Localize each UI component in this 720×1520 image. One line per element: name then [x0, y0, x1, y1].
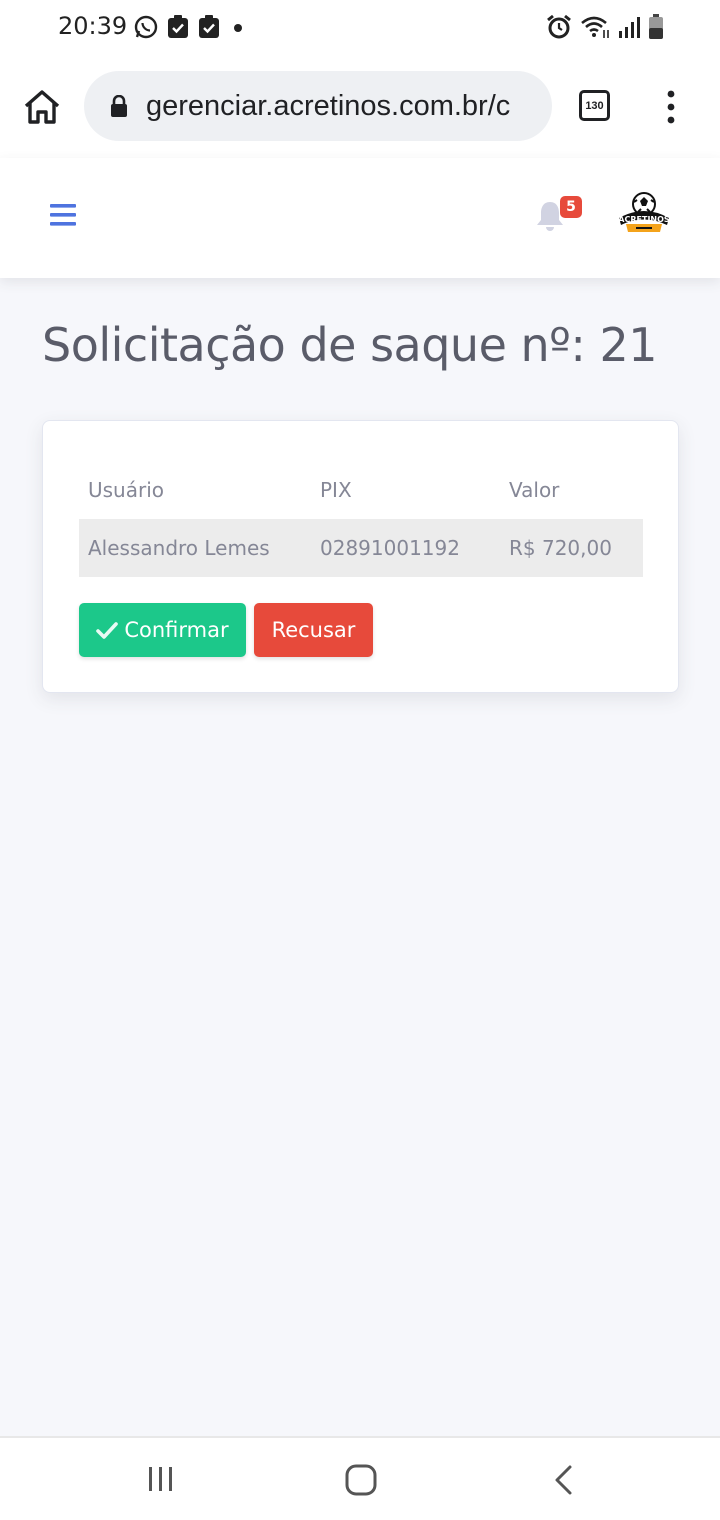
home-icon[interactable]	[345, 1464, 377, 1496]
app-topbar: 5 ACRETINOS	[0, 158, 720, 278]
lock-icon	[111, 95, 127, 117]
withdrawal-request-card: Usuário PIX Valor Alessandro Lemes 02891…	[42, 420, 679, 693]
address-bar[interactable]: gerenciar.acretinos.com.br/c	[84, 71, 552, 141]
tab-switcher-button[interactable]: 130	[579, 90, 610, 121]
cell-pix: 02891001192	[320, 536, 460, 560]
browser-home-icon[interactable]	[22, 88, 62, 128]
system-navigation-bar	[0, 1436, 720, 1520]
reject-button-label: Recusar	[271, 618, 356, 642]
signal-icon	[619, 17, 640, 38]
more-notifications-dot-icon	[234, 24, 242, 32]
cell-amount: R$ 720,00	[509, 536, 612, 560]
confirm-button-label: Confirmar	[124, 618, 229, 642]
logo-text: ACRETINOS	[618, 215, 670, 224]
browser-toolbar: gerenciar.acretinos.com.br/c 130	[0, 56, 720, 158]
column-header-pix: PIX	[320, 478, 352, 502]
notification-count-badge: 5	[560, 196, 582, 218]
column-header-amount: Valor	[509, 478, 560, 502]
page-title: Solicitação de saque nº: 21	[42, 318, 657, 372]
url-text: gerenciar.acretinos.com.br/c	[146, 89, 511, 122]
withdrawal-table: Usuário PIX Valor Alessandro Lemes 02891…	[79, 461, 643, 577]
status-notification-icons	[134, 15, 247, 39]
browser-menu-icon[interactable]	[664, 90, 678, 124]
battery-icon	[649, 14, 663, 39]
task-check-icon	[199, 15, 219, 38]
alarm-icon	[547, 14, 571, 39]
back-icon[interactable]	[552, 1464, 574, 1496]
cell-user: Alessandro Lemes	[88, 536, 270, 560]
task-check-icon	[168, 15, 188, 38]
table-header-row: Usuário PIX Valor	[79, 461, 643, 519]
sidebar-toggle-icon[interactable]	[50, 202, 76, 228]
column-header-user: Usuário	[88, 478, 165, 502]
status-bar: 20:39	[0, 0, 720, 56]
reject-button[interactable]: Recusar	[254, 603, 373, 657]
wifi-icon	[581, 16, 609, 38]
recent-apps-icon[interactable]	[147, 1466, 175, 1492]
whatsapp-icon	[134, 15, 158, 39]
confirm-button[interactable]: Confirmar	[79, 603, 246, 657]
acretinos-logo-avatar[interactable]: ACRETINOS	[616, 190, 672, 236]
table-row: Alessandro Lemes 02891001192 R$ 720,00	[79, 519, 643, 577]
check-icon	[96, 622, 119, 639]
status-time: 20:39	[58, 12, 128, 40]
status-system-icons	[546, 14, 664, 40]
